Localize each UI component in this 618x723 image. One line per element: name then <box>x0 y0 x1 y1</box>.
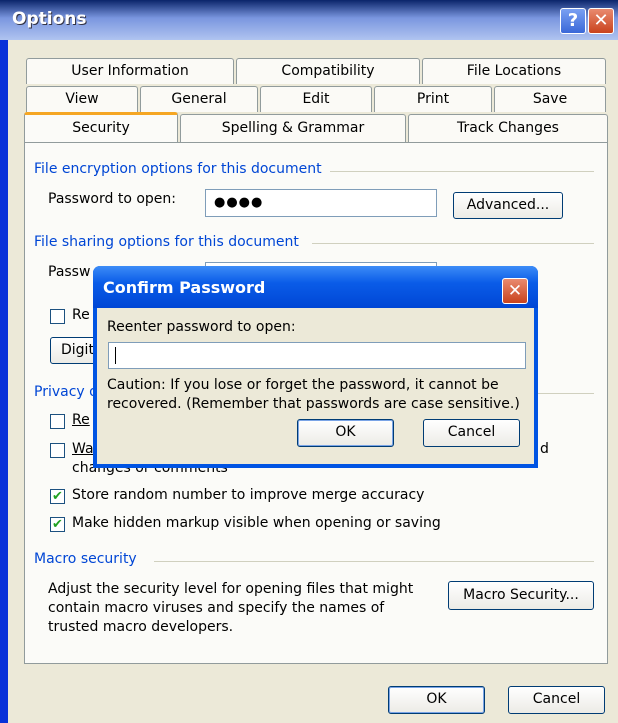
tab-file-locations[interactable]: File Locations <box>422 58 606 84</box>
confirm-titlebar[interactable]: Confirm Password ✕ <box>93 266 538 308</box>
password-to-open-label: Password to open: <box>48 191 177 207</box>
tab-view[interactable]: View <box>26 86 138 112</box>
confirm-close-button[interactable]: ✕ <box>502 278 528 304</box>
tab-edit[interactable]: Edit <box>260 86 372 112</box>
tab-track-changes[interactable]: Track Changes <box>408 114 608 142</box>
macro-security-group-label: Macro security <box>34 551 145 567</box>
make-hidden-markup-visible-checkbox[interactable]: ✔ <box>50 517 65 532</box>
advanced-button[interactable]: Advanced... <box>453 192 563 219</box>
read-only-recommended-label: Re <box>72 307 90 323</box>
tab-compatibility[interactable]: Compatibility <box>236 58 420 84</box>
tab-general[interactable]: General <box>140 86 258 112</box>
confirm-title: Confirm Password <box>103 278 266 297</box>
make-hidden-markup-visible-label: Make hidden markup visible when opening … <box>72 515 441 531</box>
warn-before-printing-checkbox[interactable] <box>50 443 65 458</box>
confirm-ok-button[interactable]: OK <box>297 419 394 447</box>
warn-before-printing-label: Wa <box>72 441 94 457</box>
remove-personal-info-checkbox[interactable] <box>50 414 65 429</box>
store-random-number-label: Store random number to improve merge acc… <box>72 487 425 503</box>
tab-print[interactable]: Print <box>374 86 492 112</box>
privacy-group-line <box>538 393 594 394</box>
encryption-group-line <box>330 171 594 172</box>
caution-text: Caution: If you lose or forget the passw… <box>107 377 520 412</box>
tab-security[interactable]: Security <box>24 112 178 142</box>
confirm-body: Reenter password to open: Caution: If yo… <box>97 308 534 464</box>
ok-button[interactable]: OK <box>388 686 485 714</box>
options-titlebar[interactable]: Options ? ✕ <box>0 0 618 40</box>
help-button[interactable]: ? <box>560 8 586 34</box>
encryption-group-label: File encryption options for this documen… <box>34 161 330 177</box>
password-to-open-input[interactable]: ●●●● <box>205 189 437 217</box>
tab-save[interactable]: Save <box>494 86 606 112</box>
reenter-password-label: Reenter password to open: <box>107 319 296 335</box>
read-only-recommended-checkbox[interactable] <box>50 309 65 324</box>
password-to-modify-label: Passw <box>48 264 91 280</box>
close-button[interactable]: ✕ <box>588 8 614 34</box>
options-title: Options <box>12 9 87 29</box>
confirm-password-dialog: Confirm Password ✕ Reenter password to o… <box>93 266 538 468</box>
confirm-cancel-button[interactable]: Cancel <box>423 419 520 447</box>
reenter-password-input[interactable] <box>108 342 526 369</box>
sharing-group-label: File sharing options for this document <box>34 234 307 250</box>
cancel-button[interactable]: Cancel <box>508 686 605 714</box>
warn-before-printing-label-tail: d <box>540 441 549 457</box>
remove-personal-info-label: Re <box>72 412 90 428</box>
store-random-number-checkbox[interactable]: ✔ <box>50 489 65 504</box>
macro-group-line <box>154 561 594 562</box>
text-cursor <box>115 347 116 364</box>
macro-security-description: Adjust the security level for opening fi… <box>48 581 414 635</box>
macro-security-button[interactable]: Macro Security... <box>448 581 594 610</box>
tab-spelling-grammar[interactable]: Spelling & Grammar <box>180 114 406 142</box>
tab-user-information[interactable]: User Information <box>26 58 234 84</box>
sharing-group-line <box>312 243 594 244</box>
